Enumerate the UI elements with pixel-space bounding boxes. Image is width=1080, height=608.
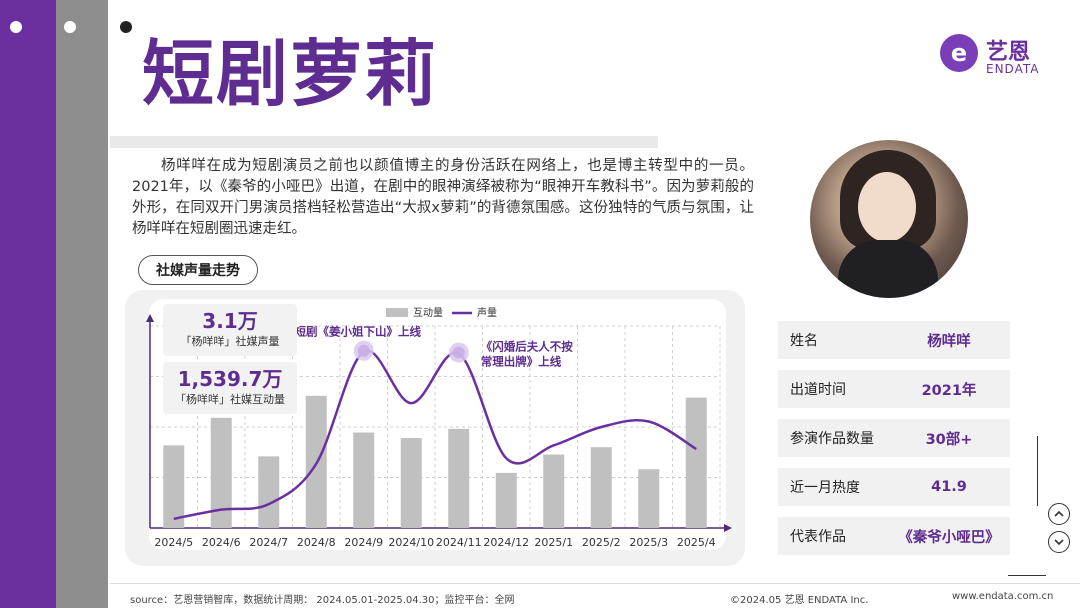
metric-card-volume: 3.1万 「杨咩咩」社媒声量 bbox=[163, 304, 297, 356]
left-accent-stripe bbox=[0, 0, 56, 608]
info-label: 近一月热度 bbox=[790, 480, 860, 496]
chevron-up-icon bbox=[1054, 510, 1064, 517]
decor-dot bbox=[120, 21, 132, 33]
metric-value: 1,539.7万 bbox=[177, 367, 283, 391]
footer-divider bbox=[110, 583, 1080, 584]
portrait-body bbox=[838, 240, 938, 298]
info-label: 参演作品数量 bbox=[790, 431, 874, 447]
footer-copyright: ©2024.05 艺恩 ENDATA Inc. bbox=[730, 595, 869, 606]
info-value: 杨咩咩 bbox=[927, 333, 971, 350]
info-value: 30部+ bbox=[925, 431, 973, 448]
title-underline bbox=[110, 136, 658, 148]
footer-source: source：艺恩营销智库，数据统计周期： 2024.05.01-2025.04… bbox=[130, 595, 515, 606]
portrait-photo bbox=[810, 140, 968, 298]
portrait-face bbox=[858, 172, 916, 242]
scroll-rule bbox=[1008, 575, 1046, 576]
info-row-representative-work: 代表作品 《秦爷小哑巴》 bbox=[778, 517, 1010, 555]
info-label: 代表作品 bbox=[790, 529, 846, 545]
scroll-up-button[interactable] bbox=[1048, 503, 1070, 525]
logo-text-en: ENDATA bbox=[986, 62, 1040, 76]
metric-value: 3.1万 bbox=[202, 309, 258, 333]
info-label: 出道时间 bbox=[790, 382, 846, 398]
info-value: 41.9 bbox=[931, 479, 967, 495]
info-row-name: 姓名 杨咩咩 bbox=[778, 321, 1010, 359]
endata-logo: e 艺恩 ENDATA bbox=[940, 34, 1052, 76]
metric-label: 「杨咩咩」社媒互动量 bbox=[175, 393, 285, 406]
info-value: 2021年 bbox=[921, 382, 977, 399]
metric-card-interaction: 1,539.7万 「杨咩咩」社媒互动量 bbox=[163, 362, 297, 414]
decor-dot bbox=[10, 21, 22, 33]
left-gray-stripe bbox=[56, 0, 108, 608]
page-title: 短剧萝莉 bbox=[142, 32, 439, 116]
scroll-divider bbox=[1037, 436, 1038, 506]
info-row-works-count: 参演作品数量 30部+ bbox=[778, 419, 1010, 457]
metric-label: 「杨咩咩」社媒声量 bbox=[180, 335, 280, 348]
scroll-down-button[interactable] bbox=[1048, 531, 1070, 553]
section-label-social-trend: 社媒声量走势 bbox=[138, 255, 258, 285]
info-label: 姓名 bbox=[790, 333, 818, 349]
info-row-heat: 近一月热度 41.9 bbox=[778, 468, 1010, 506]
chevron-down-icon bbox=[1054, 539, 1064, 546]
decor-dot bbox=[64, 21, 76, 33]
info-value: 《秦爷小哑巴》 bbox=[898, 529, 1000, 546]
endata-logo-icon: e bbox=[940, 34, 978, 72]
intro-paragraph: 杨咩咩在成为短剧演员之前也以颜值博主的身份活跃在网络上，也是博主转型中的一员。2… bbox=[132, 158, 754, 237]
footer-url-link[interactable]: www.endata.com.cn bbox=[952, 591, 1053, 602]
info-row-debut: 出道时间 2021年 bbox=[778, 370, 1010, 408]
